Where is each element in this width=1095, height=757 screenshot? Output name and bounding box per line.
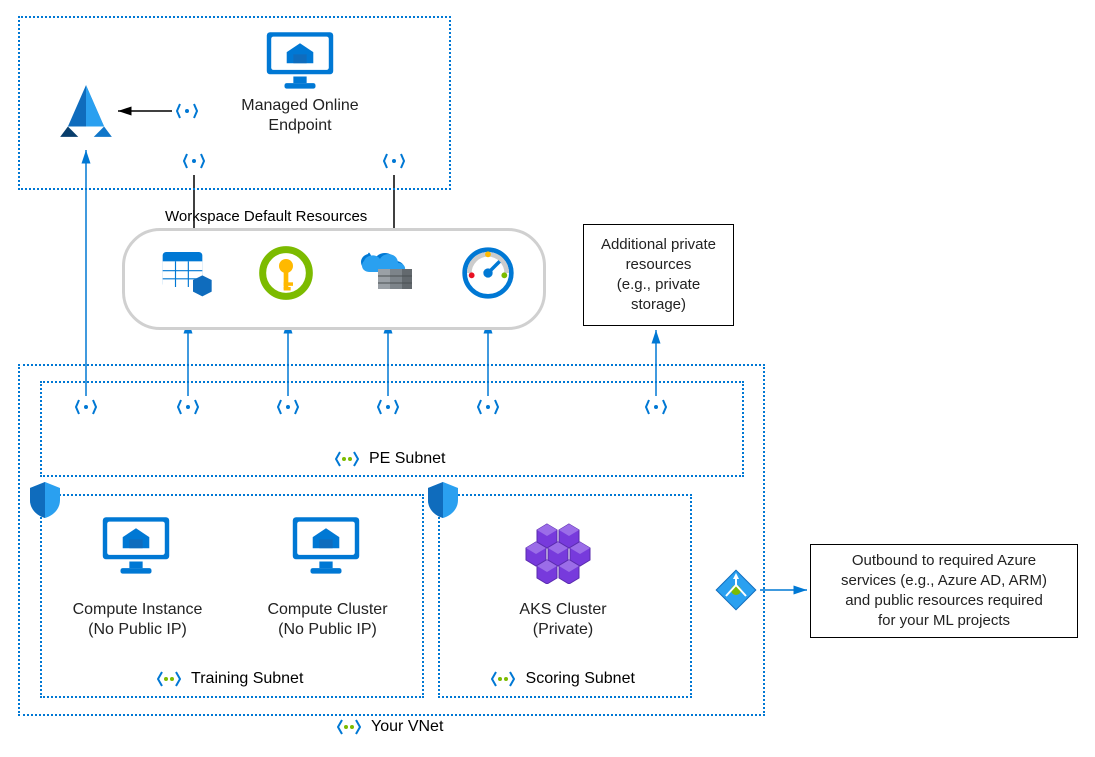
pe-subnet-label: PE Subnet xyxy=(369,450,446,467)
vnet-label: Your VNet xyxy=(371,718,443,735)
private-endpoint-icon xyxy=(176,102,198,120)
training-subnet-label: Training Subnet xyxy=(191,670,303,687)
compute-cluster-icon xyxy=(290,515,362,577)
private-endpoint-icon xyxy=(183,152,205,170)
training-subnet-box xyxy=(40,494,424,698)
load-balancer-icon xyxy=(714,568,758,612)
workspace-default-resources-title: Workspace Default Resources xyxy=(165,208,367,225)
vnet-label-row: Your VNet xyxy=(0,718,780,736)
shield-icon xyxy=(426,480,460,520)
aks-cluster-label: AKS Cluster (Private) xyxy=(488,600,638,640)
private-endpoint-icon xyxy=(477,398,499,416)
pe-subnet-label-row: PE Subnet xyxy=(40,450,740,468)
compute-instance-label: Compute Instance (No Public IP) xyxy=(55,600,220,640)
scoring-subnet-label-row: Scoring Subnet xyxy=(438,670,688,688)
shield-icon xyxy=(28,480,62,520)
storage-icon xyxy=(158,245,214,301)
container-registry-icon xyxy=(358,248,414,298)
app-insights-icon xyxy=(460,245,516,301)
private-endpoint-icon xyxy=(383,152,405,170)
managed-online-endpoint-icon xyxy=(264,30,336,92)
outbound-services-box: Outbound to required Azure services (e.g… xyxy=(810,544,1078,638)
aml-workspace-icon xyxy=(55,80,117,142)
scoring-subnet-label: Scoring Subnet xyxy=(526,670,635,687)
managed-online-endpoint-label: Managed Online Endpoint xyxy=(225,96,375,136)
private-endpoint-icon xyxy=(277,398,299,416)
aks-cluster-icon xyxy=(523,520,603,584)
compute-cluster-label: Compute Cluster (No Public IP) xyxy=(245,600,410,640)
training-subnet-label-row: Training Subnet xyxy=(40,670,420,688)
private-endpoint-icon xyxy=(75,398,97,416)
key-vault-icon xyxy=(258,245,314,301)
additional-private-resources-box: Additional private resources (e.g., priv… xyxy=(583,224,734,326)
private-endpoint-icon xyxy=(377,398,399,416)
private-endpoint-icon xyxy=(645,398,667,416)
compute-instance-icon xyxy=(100,515,172,577)
private-endpoint-icon xyxy=(177,398,199,416)
